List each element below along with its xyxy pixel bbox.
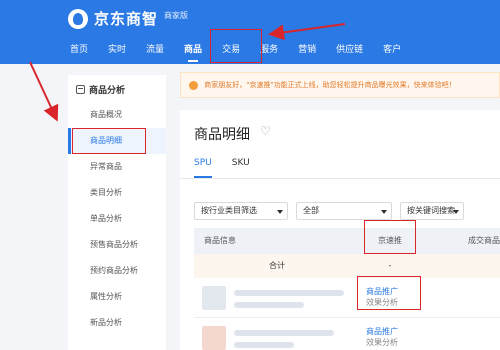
table-row: 商品推广 效果分析 bbox=[194, 318, 500, 350]
speaker-icon bbox=[189, 80, 198, 90]
blurred-product-meta bbox=[234, 302, 304, 308]
sidebar-section-label: 商品分析 bbox=[89, 86, 126, 96]
effect-analysis-link[interactable]: 效果分析 bbox=[366, 337, 420, 348]
sidebar-item-single[interactable]: 单品分析 bbox=[68, 206, 166, 232]
tab-spu[interactable]: SPU bbox=[194, 158, 212, 178]
chevron-down-icon bbox=[381, 210, 387, 214]
nav-traffic[interactable]: 流量 bbox=[146, 40, 164, 60]
sidebar-item-abnormal[interactable]: 异常商品 bbox=[68, 154, 166, 180]
sidebar-item-presale[interactable]: 预售商品分析 bbox=[68, 232, 166, 258]
sidebar-item-overview[interactable]: 商品概况 bbox=[68, 102, 166, 128]
sidebar-item-category[interactable]: 类目分析 bbox=[68, 180, 166, 206]
scope-select[interactable]: 全部 bbox=[296, 202, 392, 220]
table-header: 商品信息 京速推 成交商品 bbox=[194, 228, 500, 254]
table-row: 商品推广 效果分析 bbox=[194, 278, 500, 318]
sidebar-item-new-product[interactable]: 新品分析 bbox=[68, 310, 166, 336]
nav-product[interactable]: 商品 bbox=[184, 40, 202, 62]
keyword-search-value: 按关键词搜索 bbox=[407, 206, 455, 215]
industry-category-select[interactable]: 按行业类目筛选 bbox=[194, 202, 288, 220]
column-product-info: 商品信息 bbox=[204, 236, 236, 245]
product-analysis-icon bbox=[76, 85, 85, 94]
nav-realtime[interactable]: 实时 bbox=[108, 40, 126, 60]
product-info-cell bbox=[194, 318, 360, 350]
product-promotion-link[interactable]: 商品推广 bbox=[366, 326, 420, 337]
brand-name: 京东商智 bbox=[94, 10, 159, 28]
sidebar-section-title[interactable]: 商品分析 bbox=[68, 75, 166, 96]
jd-logo-icon bbox=[68, 8, 88, 29]
nav-supply-chain[interactable]: 供应链 bbox=[336, 40, 363, 60]
chevron-down-icon bbox=[277, 210, 283, 214]
column-deal-products[interactable]: 成交商品 bbox=[420, 228, 500, 254]
industry-category-value: 按行业类目筛选 bbox=[201, 206, 257, 215]
product-table: 商品信息 京速推 成交商品 合计 - 商品推广 效果分析 商品推广 效果分析 bbox=[194, 228, 500, 350]
tab-sku[interactable]: SKU bbox=[232, 158, 250, 178]
tab-bar: SPU SKU bbox=[194, 158, 270, 178]
total-value: - bbox=[388, 261, 392, 270]
blurred-product-name bbox=[234, 330, 334, 336]
chevron-down-icon bbox=[453, 210, 459, 214]
notice-banner: 商家朋友好，"京速推"功能正式上线，助您轻松提升商品曝光效果，快来体验吧！ bbox=[180, 72, 500, 98]
nav-service[interactable]: 服务 bbox=[260, 40, 278, 60]
annotation-arrow-to-sidebar bbox=[29, 61, 59, 122]
table-total-row: 合计 - bbox=[194, 254, 500, 278]
total-label: 合计 bbox=[269, 261, 285, 270]
annotation-box-jingsutui-header bbox=[364, 220, 416, 254]
sidebar-item-attribute[interactable]: 属性分析 bbox=[68, 284, 166, 310]
nav-marketing[interactable]: 营销 bbox=[298, 40, 316, 60]
annotation-box-product-detail bbox=[72, 128, 146, 154]
keyword-search-select[interactable]: 按关键词搜索 bbox=[400, 202, 464, 220]
scope-value: 全部 bbox=[303, 206, 319, 215]
annotation-box-promotion-cell bbox=[357, 276, 421, 310]
edition-label: 商家版 bbox=[164, 11, 189, 20]
logo[interactable]: 京东商智 商家版 bbox=[68, 8, 188, 29]
product-thumbnail bbox=[202, 326, 226, 350]
product-thumbnail bbox=[202, 286, 226, 310]
nav-customer[interactable]: 客户 bbox=[383, 40, 401, 60]
blurred-product-meta bbox=[234, 342, 294, 348]
favorite-heart-icon[interactable]: ♡ bbox=[260, 124, 271, 138]
annotation-box-product-nav bbox=[210, 29, 262, 63]
blurred-product-name bbox=[234, 290, 344, 296]
main-panel: 商品明细 ♡ SPU SKU 按行业类目筛选 全部 按关键词搜索 商品信息 京速… bbox=[180, 110, 500, 350]
sidebar: 商品分析 商品概况 商品明细 异常商品 类目分析 单品分析 预售商品分析 预约商… bbox=[68, 75, 166, 350]
product-info-cell bbox=[194, 278, 360, 317]
tab-divider bbox=[180, 178, 500, 179]
sidebar-item-reservation[interactable]: 预约商品分析 bbox=[68, 258, 166, 284]
nav-home[interactable]: 首页 bbox=[70, 40, 88, 60]
filter-bar: 按行业类目筛选 全部 按关键词搜索 bbox=[194, 202, 472, 220]
page-title: 商品明细 bbox=[194, 127, 250, 143]
jingsutui-cell: 商品推广 效果分析 bbox=[360, 318, 420, 350]
notice-text: 商家朋友好，"京速推"功能正式上线，助您轻松提升商品曝光效果，快来体验吧！ bbox=[204, 81, 456, 89]
